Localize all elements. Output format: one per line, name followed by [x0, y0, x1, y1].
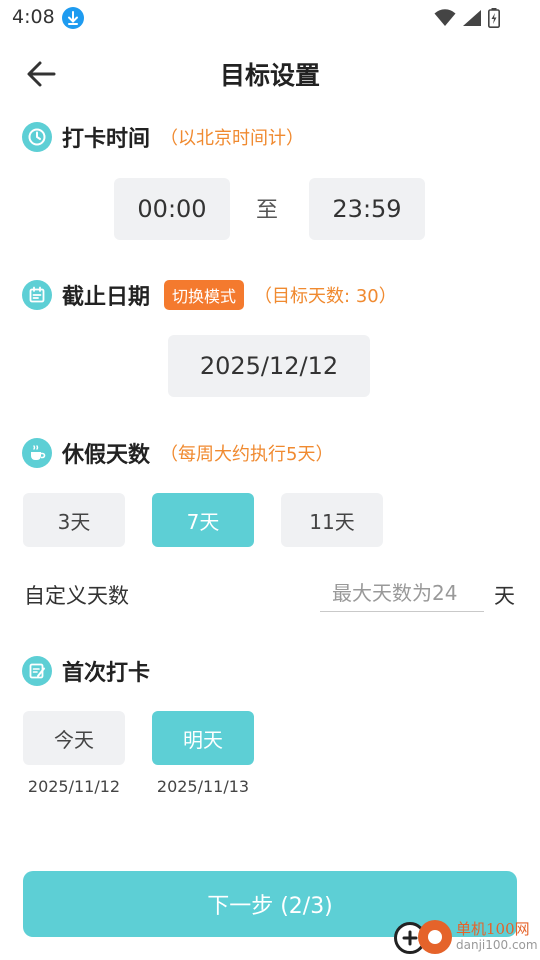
start-time-picker[interactable]: 00:00 [114, 178, 230, 240]
deadline-title: 截止日期 [62, 285, 151, 310]
end-time-picker[interactable]: 23:59 [309, 178, 425, 240]
first-checkin-tomorrow-button[interactable]: 明天 [152, 711, 254, 765]
switch-mode-button[interactable]: 切换模式 [164, 280, 245, 310]
status-icons [434, 8, 500, 28]
tomorrow-date: 2025/11/13 [156, 777, 250, 796]
custom-days-label: 自定义天数 [24, 584, 129, 608]
vacation-option-7-days[interactable]: 7天 [152, 493, 254, 547]
target-days-note: （目标天数: 30） [254, 286, 397, 307]
vacation-days-title: 休假天数 [62, 443, 151, 468]
top-bar: 目标设置 [0, 44, 540, 102]
status-bar: 4:08 [0, 0, 540, 36]
vacation-option-11-days[interactable]: 11天 [281, 493, 383, 547]
status-time: 4:08 [12, 6, 55, 28]
clock-icon [22, 122, 52, 152]
today-date: 2025/11/12 [27, 777, 121, 796]
note-edit-icon [22, 656, 52, 686]
first-checkin-header: 首次打卡 [22, 654, 150, 688]
calendar-icon [22, 280, 52, 310]
checkin-time-header: 打卡时间 （以北京时间计） [22, 120, 304, 154]
watermark-url: danji100.com [456, 938, 538, 952]
vacation-option-3-days[interactable]: 3天 [23, 493, 125, 547]
first-checkin-today-button[interactable]: 今天 [23, 711, 125, 765]
battery-icon [488, 8, 500, 28]
watermark-name: 单机100网 [456, 920, 530, 938]
signal-icon [463, 10, 481, 26]
page-title: 目标设置 [219, 61, 320, 90]
checkin-time-note: （以北京时间计） [160, 128, 305, 149]
first-checkin-title: 首次打卡 [62, 661, 151, 686]
vacation-days-header: 休假天数 （每周大约执行5天） [22, 436, 333, 470]
vacation-days-note: （每周大约执行5天） [160, 444, 334, 465]
wifi-icon [434, 9, 456, 26]
deadline-date-picker[interactable]: 2025/12/12 [168, 335, 370, 397]
custom-days-input[interactable] [320, 574, 484, 612]
deadline-header: 截止日期 切换模式 （目标天数: 30） [22, 278, 397, 312]
time-range-separator: 至 [256, 198, 279, 223]
watermark-logo: 单机100网 danji100.com [392, 914, 540, 958]
download-icon [62, 7, 84, 29]
checkin-time-title: 打卡时间 [62, 127, 151, 152]
watermark-dot-icon [418, 920, 452, 954]
custom-days-unit: 天 [494, 584, 515, 608]
coffee-cup-icon [22, 438, 52, 468]
